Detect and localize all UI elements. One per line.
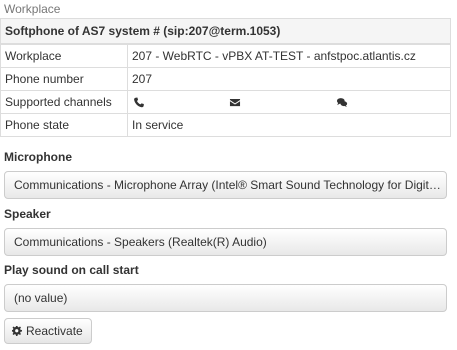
table-row: Workplace 207 - WebRTC - vPBX AT-TEST - … — [1, 44, 450, 68]
chat-icon — [336, 98, 348, 107]
phone-state-value: In service — [127, 113, 450, 136]
phone-number-label: Phone number — [1, 67, 128, 91]
table-row: Phone number 207 — [1, 67, 450, 91]
softphone-info-table: Workplace 207 - WebRTC - vPBX AT-TEST - … — [1, 44, 450, 136]
softphone-panel: Softphone of AS7 system # (sip:207@term.… — [0, 18, 451, 137]
phone-state-label: Phone state — [1, 113, 128, 136]
workplace-label: Workplace — [1, 44, 128, 68]
supported-channels-value — [127, 90, 450, 114]
workplace-value: 207 - WebRTC - vPBX AT-TEST - anfstpoc.a… — [127, 44, 450, 68]
call-start-sound-select[interactable]: (no value) — [4, 284, 447, 312]
phone-number-value: 207 — [127, 67, 450, 91]
call-start-sound-label: Play sound on call start — [4, 263, 139, 277]
speaker-select[interactable]: Communications - Speakers (Realtek(R) Au… — [4, 228, 447, 256]
speaker-label: Speaker — [4, 207, 51, 221]
reactivate-label: Reactivate — [26, 324, 83, 338]
supported-channels-label: Supported channels — [1, 90, 128, 114]
phone-icon — [134, 97, 144, 108]
section-caption: Workplace — [4, 2, 61, 16]
gear-icon — [12, 326, 22, 336]
envelope-icon — [229, 99, 241, 107]
table-row: Supported channels — [1, 90, 450, 114]
table-row: Phone state In service — [1, 113, 450, 136]
softphone-title: Softphone of AS7 system # (sip:207@term.… — [1, 19, 450, 44]
microphone-label: Microphone — [4, 150, 72, 164]
reactivate-button[interactable]: Reactivate — [4, 318, 92, 344]
microphone-select[interactable]: Communications - Microphone Array (Intel… — [4, 171, 447, 199]
